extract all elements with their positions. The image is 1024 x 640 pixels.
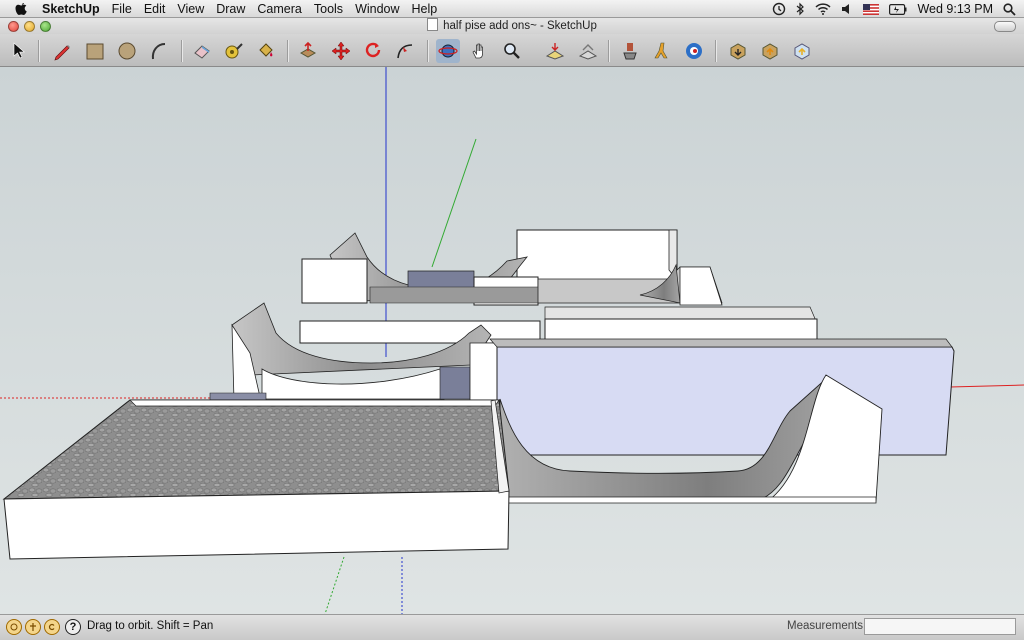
middle-half-pipe: [209, 302, 541, 404]
arc-tool-icon[interactable]: [147, 39, 171, 63]
menu-edit[interactable]: Edit: [138, 0, 172, 18]
pan-tool-icon[interactable]: [468, 39, 492, 63]
toolbar-separator: [181, 40, 183, 62]
window-title: half pise add ons~ - SketchUp: [0, 18, 1024, 34]
share-model-icon[interactable]: [758, 39, 782, 63]
pencil-tool-icon[interactable]: [50, 39, 74, 63]
skatepark-model: [0, 67, 1024, 614]
help-icon[interactable]: ?: [65, 619, 81, 635]
menu-view[interactable]: View: [171, 0, 210, 18]
toolbar-separator: [608, 40, 610, 62]
eraser-tool-icon[interactable]: [190, 39, 214, 63]
menu-extras: Wed 9:13 PM: [772, 0, 1016, 18]
menu-bar: SketchUp File Edit View Draw Camera Tool…: [0, 0, 1024, 18]
measurements-field[interactable]: [864, 618, 1016, 635]
geolocation-icon[interactable]: [6, 619, 22, 635]
bluetooth-icon[interactable]: [796, 2, 805, 16]
credits-icon[interactable]: [25, 619, 41, 635]
menu-clock[interactable]: Wed 9:13 PM: [917, 2, 993, 16]
apple-menu-icon[interactable]: [14, 2, 28, 16]
circle-tool-icon[interactable]: [115, 39, 139, 63]
battery-icon[interactable]: [889, 3, 907, 15]
back-half-pipe: [301, 232, 541, 306]
toolbar-toggle-button[interactable]: [994, 21, 1016, 32]
document-icon: [427, 18, 439, 31]
menu-draw[interactable]: Draw: [210, 0, 251, 18]
front-cobble-platform: [2, 399, 510, 560]
menu-camera[interactable]: Camera: [251, 0, 307, 18]
window-title-bar: half pise add ons~ - SketchUp: [0, 18, 1024, 34]
back-block: [516, 229, 678, 282]
zoom-extents-icon[interactable]: [543, 39, 567, 63]
toolbar-separator: [427, 40, 429, 62]
previous-view-icon[interactable]: [576, 39, 600, 63]
follow-me-icon[interactable]: [393, 39, 417, 63]
status-hint: Drag to orbit. Shift = Pan: [87, 620, 214, 632]
measurements-label: Measurements: [787, 620, 864, 632]
push-pull-icon[interactable]: [296, 39, 320, 63]
rectangle-tool-icon[interactable]: [83, 39, 107, 63]
paint-bucket-icon[interactable]: [254, 39, 278, 63]
green-axis-dotted: [324, 556, 345, 614]
copyright-icon[interactable]: [44, 619, 60, 635]
toolbar-separator: [715, 40, 717, 62]
share-component-icon[interactable]: [790, 39, 814, 63]
select-tool-icon[interactable]: [7, 39, 31, 63]
rotate-tool-icon[interactable]: [361, 39, 385, 63]
green-axis: [431, 138, 477, 268]
input-flag-icon[interactable]: [863, 3, 880, 15]
position-camera-icon[interactable]: [618, 39, 642, 63]
menu-window[interactable]: Window: [349, 0, 405, 18]
red-axis: [949, 384, 1024, 388]
main-toolbar: [0, 34, 1024, 67]
spotlight-search-icon[interactable]: [1003, 2, 1016, 16]
get-models-icon[interactable]: [726, 39, 750, 63]
toolbar-separator: [287, 40, 289, 62]
zoom-tool-icon[interactable]: [500, 39, 524, 63]
time-machine-icon[interactable]: [772, 2, 786, 16]
menu-tools[interactable]: Tools: [308, 0, 349, 18]
look-around-icon[interactable]: [682, 39, 706, 63]
orbit-tool-icon[interactable]: [436, 39, 460, 63]
front-half-pipe: [489, 338, 955, 504]
menu-file[interactable]: File: [106, 0, 138, 18]
move-tool-icon[interactable]: [329, 39, 353, 63]
wifi-icon[interactable]: [815, 3, 832, 15]
tape-measure-icon[interactable]: [222, 39, 246, 63]
menu-help[interactable]: Help: [406, 0, 444, 18]
volume-icon[interactable]: [841, 3, 853, 15]
status-bar: ? Drag to orbit. Shift = Pan Measurement…: [0, 614, 1024, 640]
menu-app-name[interactable]: SketchUp: [42, 0, 106, 18]
toolbar-separator: [38, 40, 40, 62]
walk-tool-icon[interactable]: [650, 39, 674, 63]
window-title-text: half pise add ons~ - SketchUp: [443, 20, 597, 32]
model-viewport[interactable]: [0, 67, 1024, 614]
